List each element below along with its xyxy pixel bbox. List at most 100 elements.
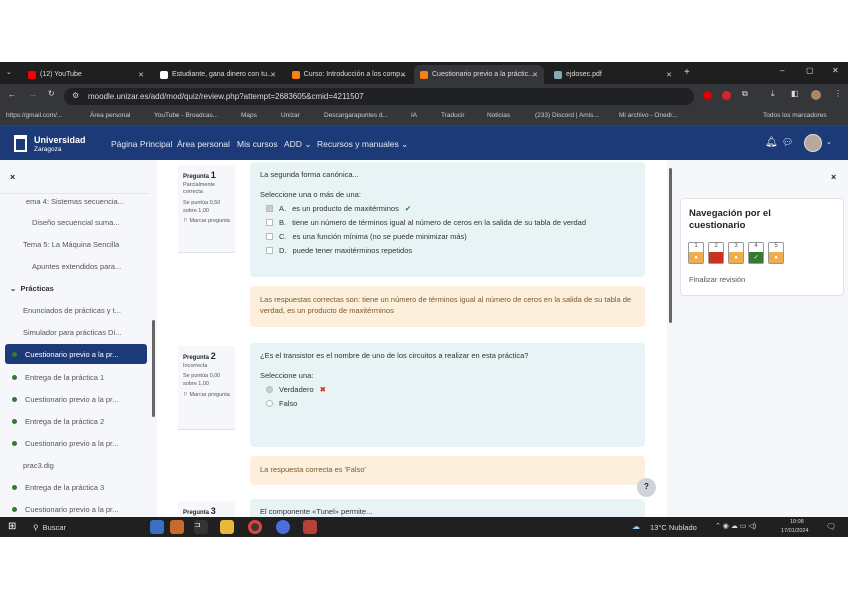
taskbar-search[interactable]: ⚲ Buscar — [27, 517, 147, 537]
extension-icon[interactable] — [703, 91, 712, 100]
close-tab-icon[interactable]: ✕ — [532, 71, 538, 79]
section-practicas[interactable]: ⌄ Prácticas — [10, 284, 54, 293]
course-index-item[interactable]: Cuestionario previo a la pr... — [12, 395, 118, 404]
adblock-icon[interactable] — [722, 91, 731, 100]
course-index-item[interactable]: Cuestionario previo a la pr... — [12, 439, 118, 448]
winrar-icon[interactable] — [303, 520, 317, 534]
bookmark[interactable]: Descargarapuntes d... — [324, 112, 388, 119]
quiz-nav-question-3[interactable]: 3 ● — [728, 242, 744, 264]
nav-area-personal[interactable]: Área personal — [177, 139, 230, 149]
tab-search-button[interactable]: ⌄ — [6, 68, 12, 76]
windows-start-icon[interactable]: ⊞ — [8, 521, 16, 532]
course-index-item-active[interactable]: Cuestionario previo a la pr... — [5, 344, 147, 364]
task-view-icon[interactable]: ⊐ — [194, 520, 208, 534]
chrome-icon[interactable] — [248, 520, 262, 534]
checkbox-checked[interactable] — [266, 205, 273, 212]
course-index-item[interactable]: Entrega de la práctica 3 — [12, 483, 104, 492]
bookmark[interactable]: Maps — [241, 112, 257, 119]
sidepanel-icon[interactable]: ◧ — [791, 89, 799, 98]
bookmark[interactable]: Traducir — [441, 112, 465, 119]
nav-add[interactable]: ADD ⌄ — [284, 139, 311, 150]
close-tab-icon[interactable]: ✕ — [270, 71, 276, 79]
radio[interactable] — [266, 400, 273, 407]
site-info-icon[interactable]: ⚙ — [72, 91, 79, 100]
notifications-icon[interactable]: 🗨︎ — [826, 522, 836, 531]
nav-mis-cursos[interactable]: Mis cursos — [237, 139, 278, 149]
checkbox[interactable] — [266, 233, 273, 240]
close-tab-icon[interactable]: ✕ — [666, 71, 672, 79]
app-icon[interactable] — [170, 520, 184, 534]
notifications-bell-icon[interactable]: 🔔︎ — [765, 137, 778, 148]
system-tray-icons[interactable]: ⌃ ◉ ☁ ▭ ◁) — [715, 522, 756, 530]
course-index-item[interactable]: ema 4: Sistemas secuencia... — [26, 197, 124, 206]
url-input[interactable]: ⚙ moodle.unizar.es/add/mod/quiz/review.ph… — [64, 88, 694, 105]
finish-review-link[interactable]: Finalizar revisión — [689, 275, 745, 284]
tab-curso[interactable]: Curso: Introducción a los comp... ✕ — [286, 65, 412, 84]
answer-option[interactable]: Verdadero ✖ — [266, 385, 635, 394]
bookmark[interactable]: IA — [411, 112, 417, 119]
answer-option[interactable]: C. es una función mínima (no se puede min… — [266, 232, 635, 241]
quiz-nav-question-1[interactable]: 1 ● — [688, 242, 704, 264]
app-icon[interactable] — [276, 520, 290, 534]
all-bookmarks[interactable]: Todos los marcadores — [763, 112, 827, 119]
close-tab-icon[interactable]: ✕ — [400, 71, 406, 79]
tab-estudiante[interactable]: Estudiante, gana dinero con tu... ✕ — [154, 65, 282, 84]
quiz-nav-question-4[interactable]: 4 ✓ — [748, 242, 764, 264]
flag-question-link[interactable]: ⚐ Marcar pregunta — [183, 218, 230, 226]
close-drawer-button[interactable]: × — [831, 172, 836, 182]
nav-pagina-principal[interactable]: Página Principal — [111, 139, 172, 149]
bookmark[interactable]: (233) Discord | Amis... — [535, 112, 599, 119]
help-button[interactable]: ? — [637, 478, 656, 497]
messages-icon[interactable]: 💬︎ — [782, 137, 793, 148]
checkbox[interactable] — [266, 219, 273, 226]
reload-icon[interactable]: ↻ — [48, 89, 55, 98]
course-index-item[interactable]: Simulador para prácticas Di... — [23, 328, 121, 337]
bookmark[interactable]: Noticias — [487, 112, 510, 119]
nav-recursos[interactable]: Recursos y manuales ⌄ — [317, 139, 408, 150]
extensions-icon[interactable]: ⧉ — [742, 89, 748, 99]
weather-text[interactable]: 13°C Nublado — [650, 523, 697, 532]
minimize-button[interactable]: – — [780, 66, 784, 75]
course-index-item[interactable]: Enunciados de prácticas y t... — [23, 306, 121, 315]
answer-option[interactable]: Falso — [266, 399, 635, 408]
bookmark[interactable]: Mi archivo - Onedr... — [619, 112, 678, 119]
user-avatar[interactable] — [804, 134, 822, 152]
app-icon[interactable] — [150, 520, 164, 534]
answer-option[interactable]: D. puede tener maxitérminos repetidos — [266, 246, 635, 255]
profile-avatar[interactable] — [811, 90, 821, 100]
download-icon[interactable]: ⤓ — [771, 89, 775, 99]
quiz-nav-question-2[interactable]: 2 — [708, 242, 724, 264]
close-window-button[interactable]: ✕ — [832, 66, 839, 75]
drawer-scrollbar[interactable] — [152, 320, 155, 417]
bookmark[interactable]: Unizar — [281, 112, 300, 119]
file-explorer-icon[interactable] — [220, 520, 234, 534]
course-index-item[interactable]: Cuestionario previo a la pr... — [12, 505, 118, 514]
flag-question-link[interactable]: ⚐ Marcar pregunta — [183, 392, 230, 400]
course-index-item[interactable]: Diseño secuencial suma... — [32, 218, 120, 227]
tab-youtube[interactable]: (12) YouTube ✕ — [22, 65, 150, 84]
checkbox[interactable] — [266, 247, 273, 254]
tab-cuestionario[interactable]: Cuestionario previo a la práctic... ✕ — [414, 65, 544, 84]
quiz-nav-question-5[interactable]: 5 ● — [768, 242, 784, 264]
tab-pdf[interactable]: ejdosec.pdf ✕ — [548, 65, 678, 84]
clock-date[interactable]: 17/01/2024 — [781, 528, 809, 534]
bookmark[interactable]: https://gmail.com/... — [6, 112, 62, 119]
course-index-item[interactable]: Entrega de la práctica 2 — [12, 417, 104, 426]
clock-time[interactable]: 10:08 — [790, 519, 804, 525]
maximize-button[interactable]: ▢ — [806, 66, 814, 75]
course-index-item[interactable]: prac3.dig — [23, 461, 54, 470]
menu-icon[interactable]: ⋮ — [834, 89, 842, 98]
brand-name[interactable]: Universidad — [34, 135, 86, 145]
user-menu-chevron-icon[interactable]: ⌄ — [826, 138, 832, 146]
bookmark[interactable]: Área personal — [90, 112, 130, 119]
forward-icon[interactable]: → — [29, 90, 37, 99]
close-tab-icon[interactable]: ✕ — [138, 71, 144, 79]
answer-option[interactable]: B. tiene un número de términos igual al n… — [266, 218, 635, 227]
bookmark[interactable]: YouTube - Broadcas... — [154, 112, 218, 119]
close-drawer-button[interactable]: × — [10, 172, 15, 182]
course-index-item[interactable]: Apuntes extendidos para... — [32, 262, 121, 271]
main-scrollbar[interactable] — [669, 168, 672, 323]
radio-selected[interactable] — [266, 386, 273, 393]
new-tab-button[interactable]: + — [684, 67, 690, 78]
course-index-item[interactable]: Entrega de la práctica 1 — [12, 373, 104, 382]
